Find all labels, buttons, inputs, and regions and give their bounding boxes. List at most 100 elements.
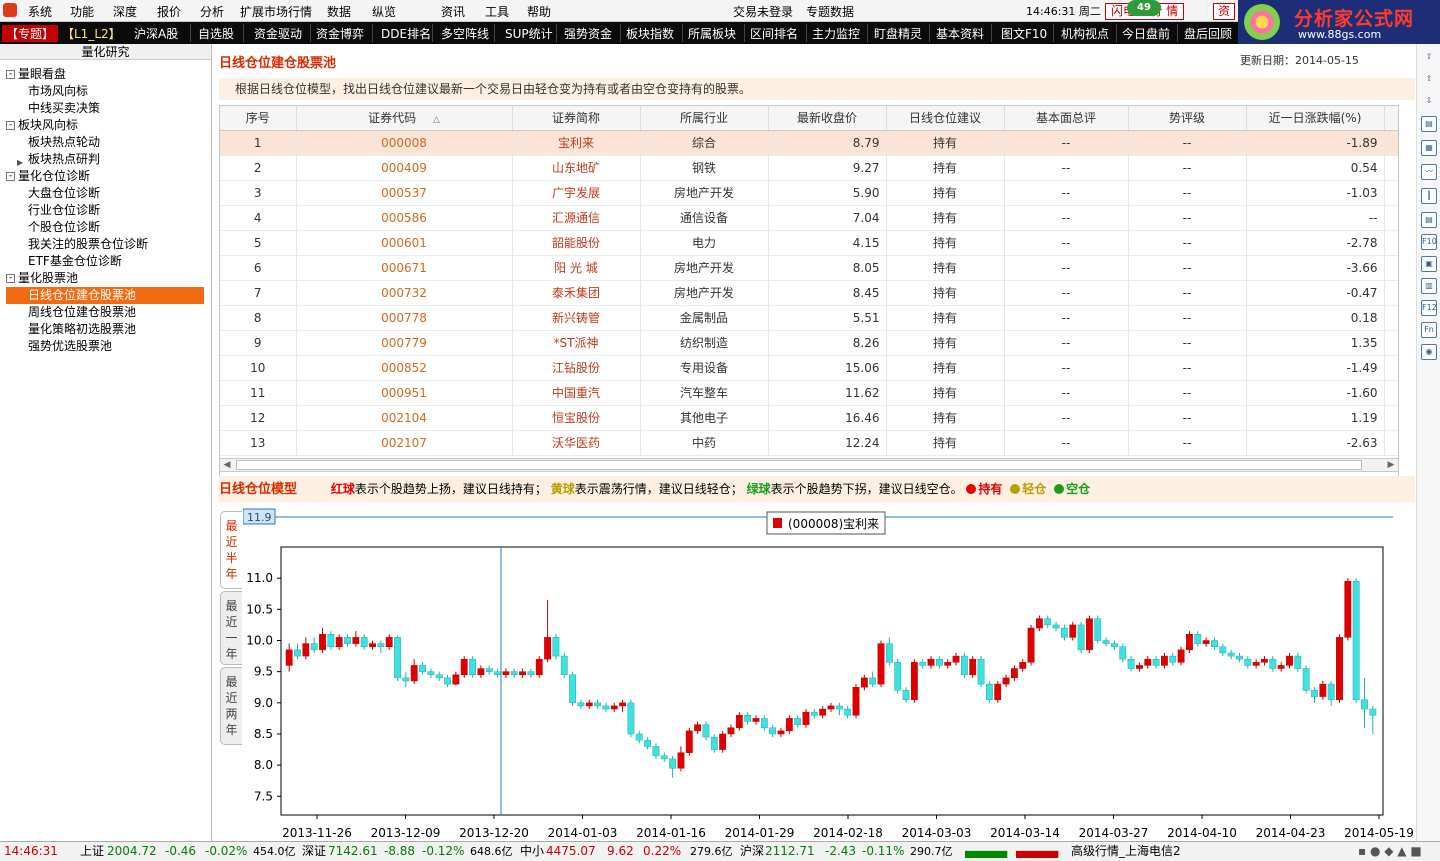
menu-item-quote[interactable]: 报价 bbox=[157, 3, 181, 20]
menu-item-depth[interactable]: 深度 bbox=[113, 3, 137, 20]
table-icon[interactable]: ▦ bbox=[1421, 140, 1437, 156]
table-row[interactable]: 5000601韶能股份电力4.15持有-----2.78-0.95 bbox=[220, 230, 1398, 256]
menu-item-tools[interactable]: 工具 bbox=[485, 3, 509, 20]
candlestick-chart[interactable]: 11.9 (000008)宝利来 7.5 8.0 8.5 9.0 9.5 10.0 10.5 11… bbox=[243, 505, 1415, 841]
login-status[interactable]: 交易未登录 bbox=[733, 3, 793, 20]
horizontal-scrollbar[interactable]: ◀ ▶ bbox=[219, 458, 1399, 472]
table-row[interactable]: 10000852江钻股份专用设备15.06持有-----1.494.76 bbox=[220, 355, 1398, 381]
column-header-3[interactable]: 所属行业 bbox=[640, 106, 769, 131]
settings-icon[interactable]: ◉ bbox=[1421, 344, 1437, 360]
tab-sector-index[interactable]: 板块指数 bbox=[626, 25, 674, 42]
menu-item-overview[interactable]: 纵览 bbox=[372, 3, 396, 20]
table-row[interactable]: 1000008宝利来综合8.79持有-----1.89-12.14 bbox=[220, 130, 1398, 156]
news-icon[interactable]: ▣ bbox=[1421, 256, 1437, 272]
tab-range-rank[interactable]: 区间排名 bbox=[750, 25, 798, 42]
tab-sup-stats[interactable]: SUP统计 bbox=[505, 25, 553, 42]
menu-item-data[interactable]: 数据 bbox=[327, 3, 351, 20]
sidebar-item-0[interactable]: - 量眼看盘 bbox=[0, 66, 210, 83]
table-row[interactable]: 12002104恒宝股份其他电子16.46持有----1.19-2.70 bbox=[220, 405, 1398, 431]
tab-fund-game[interactable]: 资金博弈 bbox=[316, 25, 364, 42]
menu-item-help[interactable]: 帮助 bbox=[527, 3, 551, 20]
tab-dde-rank[interactable]: DDE排名 bbox=[381, 25, 431, 42]
notification-badge[interactable]: 49 bbox=[1127, 0, 1161, 16]
f10-icon[interactable]: F10 bbox=[1421, 234, 1437, 250]
column-header-5[interactable]: 日线仓位建议 bbox=[886, 106, 1005, 131]
sidebar-item-3[interactable]: - 板块风向标 bbox=[0, 117, 210, 134]
collapse-icon[interactable]: - bbox=[6, 70, 15, 79]
tab-long-short[interactable]: 多空阵线 bbox=[441, 25, 489, 42]
sidebar-item-5[interactable]: ▶ 板块热点研判 bbox=[0, 151, 210, 168]
sidebar-item-8[interactable]: 行业仓位诊断 bbox=[0, 202, 210, 219]
tab-l1-l2[interactable]: 【L1_L2】 bbox=[62, 25, 121, 42]
tab-institution[interactable]: 机构视点 bbox=[1061, 25, 1109, 42]
table-row[interactable]: 2000409山东地矿钢铁9.27持有----0.540.43 bbox=[220, 155, 1398, 181]
tab-main-monitor[interactable]: 主力监控 bbox=[812, 25, 860, 42]
kline-icon[interactable]: ┃ bbox=[1421, 188, 1437, 204]
sidebar-item-1[interactable]: 市场风向标 bbox=[0, 83, 210, 100]
table-row[interactable]: 13002107沃华医药中药12.24持有-----2.63-0.41 bbox=[220, 430, 1398, 456]
sidebar-item-15[interactable]: 量化策略初选股票池 bbox=[0, 321, 210, 338]
sidebar-item-16[interactable]: 强势优选股票池 bbox=[0, 338, 210, 355]
table-row[interactable]: 8000778新兴铸管金属制品5.51持有----0.181.47 bbox=[220, 305, 1398, 331]
tab-own-sector[interactable]: 所属板块 bbox=[688, 25, 736, 42]
tab-fund-drive[interactable]: 资金驱动 bbox=[254, 25, 302, 42]
scroll-right-icon[interactable]: ▶ bbox=[1384, 459, 1398, 471]
sort-indicator-icon[interactable]: △ bbox=[430, 115, 440, 125]
scroll-left-icon[interactable]: ◀ bbox=[220, 459, 234, 471]
collapse-icon[interactable]: - bbox=[6, 121, 15, 130]
table-row[interactable]: 7000732泰禾集团房地产开发8.45持有-----0.470.71 bbox=[220, 280, 1398, 306]
resource-button[interactable]: 资 bbox=[1213, 3, 1235, 20]
tab-strong-fund[interactable]: 强势资金 bbox=[564, 25, 612, 42]
table-row[interactable]: 9000779*ST派神纺织制造8.26持有----1.358.11 bbox=[220, 330, 1398, 356]
menu-item-function[interactable]: 功能 bbox=[70, 3, 94, 20]
column-header-8[interactable]: 近一日涨跌幅(%) bbox=[1246, 106, 1385, 131]
tab-one-year[interactable]: 最近一年 bbox=[220, 591, 242, 665]
tab-f10[interactable]: 图文F10 bbox=[1001, 25, 1047, 42]
tab-half-year[interactable]: 最近半年 bbox=[220, 511, 242, 589]
table-row[interactable]: 3000537广宇发展房地产开发5.90持有-----1.03-0.17 bbox=[220, 180, 1398, 206]
line-chart-icon[interactable]: 〰 bbox=[1421, 164, 1437, 180]
arrow-up-icon[interactable]: ⇧ bbox=[1421, 50, 1437, 66]
notes-icon[interactable]: ▥ bbox=[1421, 278, 1437, 294]
tab-watchlist[interactable]: 自选股 bbox=[198, 25, 234, 42]
sidebar-item-4[interactable]: 板块热点轮动 bbox=[0, 134, 210, 151]
collapse-icon[interactable]: - bbox=[6, 172, 15, 181]
sidebar-item-13[interactable]: 日线仓位建仓股票池 bbox=[6, 287, 204, 304]
tab-two-year[interactable]: 最近两年 bbox=[220, 667, 242, 745]
sidebar-item-14[interactable]: 周线仓位建仓股票池 bbox=[0, 304, 210, 321]
sidebar-item-7[interactable]: 大盘仓位诊断 bbox=[0, 185, 210, 202]
sidebar-item-12[interactable]: - 量化股票池 bbox=[0, 270, 210, 287]
menu-item-news[interactable]: 资讯 bbox=[441, 3, 465, 20]
sidebar-item-11[interactable]: ETF基金仓位诊断 bbox=[0, 253, 210, 270]
sidebar-item-10[interactable]: 我关注的股票仓位诊断 bbox=[0, 236, 210, 253]
table-row[interactable]: 6000671阳 光 城房地产开发8.05持有-----3.660.25 bbox=[220, 255, 1398, 281]
tab-postmarket[interactable]: 盘后回顾 bbox=[1184, 25, 1232, 42]
arrow-up2-icon[interactable]: ⇧ bbox=[1421, 72, 1437, 88]
arrow-down-icon[interactable]: ⇩ bbox=[1421, 94, 1437, 110]
menu-item-system[interactable]: 系统 bbox=[28, 3, 52, 20]
tab-hushen-a[interactable]: 沪深A股 bbox=[134, 25, 178, 42]
column-header-1[interactable]: 证券代码 △ bbox=[296, 106, 513, 131]
collapse-icon[interactable]: - bbox=[6, 274, 15, 283]
column-header-6[interactable]: 基本面总评 bbox=[1004, 106, 1129, 131]
sidebar-item-9[interactable]: 个股仓位诊断 bbox=[0, 219, 210, 236]
column-header-9[interactable]: 近一周涨跌幅(%) bbox=[1384, 106, 1398, 131]
column-header-7[interactable]: 势评级 bbox=[1128, 106, 1247, 131]
report-icon[interactable]: ▤ bbox=[1421, 212, 1437, 228]
server-name[interactable]: 高级行情_上海电信2 bbox=[1071, 842, 1181, 861]
app-logo-icon[interactable] bbox=[3, 3, 17, 17]
status-tool-icons[interactable]: ▪ ● ◆ ▲ ■ bbox=[1358, 842, 1422, 861]
scroll-thumb[interactable] bbox=[236, 460, 1362, 470]
sidebar-item-6[interactable]: - 量化仓位诊断 bbox=[0, 168, 210, 185]
f12-icon[interactable]: F12 bbox=[1421, 300, 1437, 316]
column-header-4[interactable]: 最新收盘价 bbox=[768, 106, 887, 131]
topic-data-link[interactable]: 专题数据 bbox=[806, 3, 854, 20]
menu-item-analysis[interactable]: 分析 bbox=[200, 3, 224, 20]
column-header-2[interactable]: 证券简称 bbox=[512, 106, 641, 131]
sidebar-item-2[interactable]: 中线买卖决策 bbox=[0, 100, 210, 117]
tab-premarket[interactable]: 今日盘前 bbox=[1122, 25, 1170, 42]
column-header-0[interactable]: 序号 bbox=[220, 106, 297, 131]
table-row[interactable]: 11000951中国重汽汽车整车11.62持有-----1.603.35 bbox=[220, 380, 1398, 406]
f10-alt-icon[interactable]: Fn bbox=[1421, 322, 1437, 338]
menu-item-extended-market[interactable]: 扩展市场行情 bbox=[240, 3, 312, 20]
